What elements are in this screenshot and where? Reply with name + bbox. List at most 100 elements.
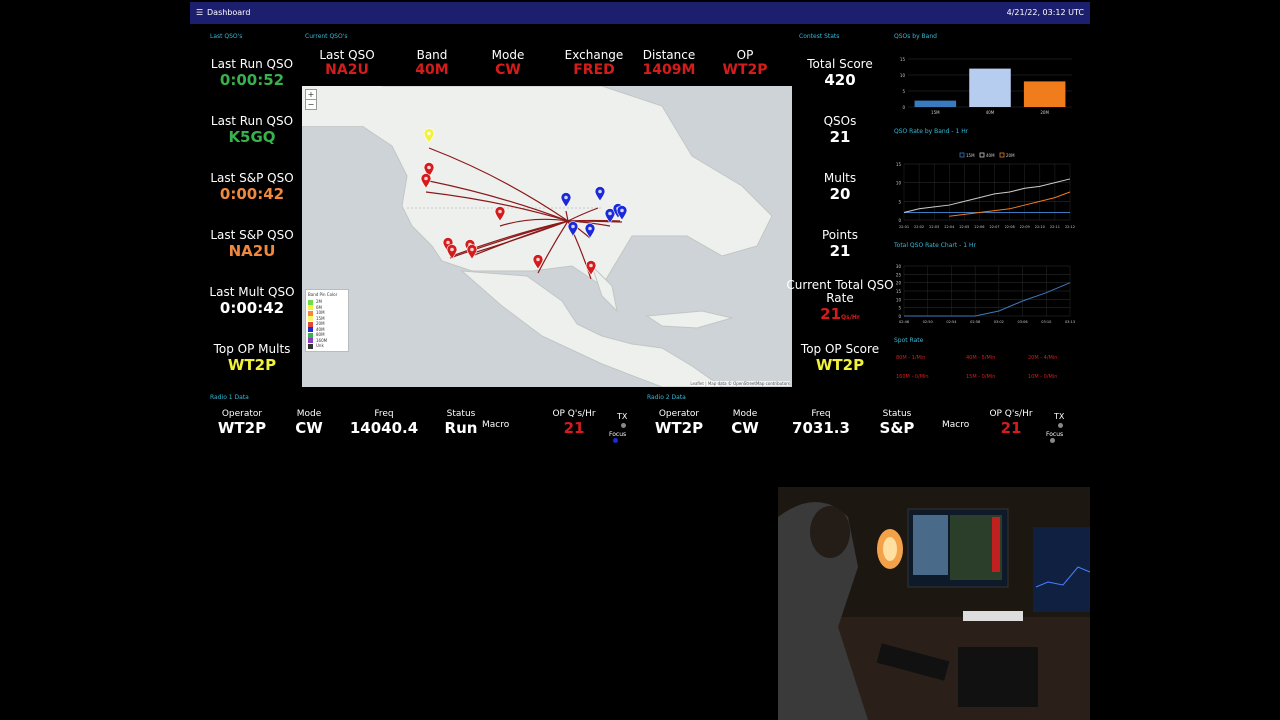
x-tick-label: 22:09	[1020, 225, 1030, 229]
x-tick-label: 22:01	[899, 225, 909, 229]
webcam-overlay	[778, 487, 1090, 720]
radio2-mode: Mode CW	[731, 409, 759, 437]
x-tick-label: 22:07	[989, 225, 999, 229]
radio1-focus: Focus	[609, 431, 626, 445]
map-pin-icon[interactable]	[420, 173, 432, 189]
y-tick-label: 15	[896, 289, 902, 294]
x-tick-label: 22:06	[974, 225, 984, 229]
map-pin-icon[interactable]	[423, 128, 435, 144]
current-total-qso-rate: Current Total QSO Rate 21Qs/Hr	[786, 278, 894, 324]
legend-label: Unk	[316, 343, 324, 348]
radio1-mode: Mode CW	[295, 409, 323, 437]
x-tick-label: 22:11	[1050, 225, 1060, 229]
section-spot-rate: Spot Rate	[894, 337, 924, 344]
radio1-tx: TX	[617, 412, 627, 430]
y-tick-label: 5	[902, 89, 905, 94]
x-tick-label: 03:06	[1018, 320, 1028, 324]
legend-label: 15M	[966, 153, 975, 158]
zoom-out-button[interactable]: −	[305, 99, 317, 110]
focus-indicator-icon	[1050, 438, 1055, 443]
map-pin-icon[interactable]	[466, 244, 478, 260]
x-tick-label: 22:04	[944, 225, 955, 229]
legend-label: 10M	[316, 310, 325, 315]
last-sp-qso-time: Last S&P QSO 0:00:42	[210, 171, 294, 203]
x-tick-label: 22:02	[914, 225, 924, 229]
top-op-score: Top OP Score WT2P	[800, 342, 880, 374]
legend-swatch	[308, 343, 313, 349]
x-tick-label: 03:13	[1065, 320, 1075, 324]
legend-title: Band Pin Color	[308, 292, 338, 297]
radio2-tx: TX	[1054, 412, 1064, 430]
hamburger-icon[interactable]: ☰	[196, 8, 203, 17]
section-radio1: Radio 1 Data	[210, 394, 249, 401]
radio1-macro[interactable]: Macro	[482, 420, 509, 430]
top-op-mults: Top OP Mults WT2P	[213, 342, 291, 374]
current-exchange: Exchange FRED	[564, 48, 624, 78]
legend-item: Unk	[308, 343, 346, 349]
current-band: Band 40M	[415, 48, 449, 78]
map-attribution[interactable]: Leaflet | Map data © OpenStreetMap contr…	[690, 381, 790, 386]
total-score: Total Score 420	[807, 57, 873, 89]
last-mult-qso: Last Mult QSO 0:00:42	[209, 285, 295, 317]
qso-map[interactable]: + − Band Pin Color 2M 6M 10M 15M 20M 40M 80M 16…	[302, 86, 792, 387]
radio1-operator: Operator WT2P	[217, 409, 267, 437]
x-tick-label: 22:08	[1005, 225, 1015, 229]
radio2-status: Status S&P	[879, 409, 915, 437]
legend-label: 40M	[316, 326, 325, 332]
y-tick-label: 10	[896, 297, 902, 302]
utc-clock: 4/21/22, 03:12 UTC	[1006, 8, 1084, 17]
qsos-by-band-chart: 0 5 10 15 15M 40M 20M	[900, 57, 1072, 115]
x-tick-label: 03:10	[1041, 320, 1051, 324]
section-contest-stats: Contest Stats	[799, 33, 840, 40]
legend-label: 15M	[316, 315, 325, 321]
legend-label: 2M	[316, 299, 322, 304]
section-radio2: Radio 2 Data	[647, 394, 686, 401]
radio1-op-rate: OP Q's/Hr 21	[552, 409, 596, 437]
x-tick-label: 22:03	[929, 225, 939, 229]
y-tick-label: 5	[898, 306, 901, 311]
last-sp-qso-call: Last S&P QSO NA2U	[210, 228, 294, 260]
map-pin-icon[interactable]	[560, 192, 572, 208]
x-tick-label: 22:10	[1035, 225, 1045, 229]
section-qsos-by-band: QSOs by Band	[894, 33, 937, 40]
map-pin-icon[interactable]	[616, 205, 628, 221]
map-pin-icon[interactable]	[584, 223, 596, 239]
last-run-qso-call: Last Run QSO K5GQ	[210, 114, 294, 146]
y-tick-label: 5	[898, 199, 901, 204]
legend-swatch	[308, 310, 313, 316]
map-canvas	[302, 86, 792, 387]
last-run-qso-time: Last Run QSO 0:00:52	[210, 57, 294, 89]
map-pin-icon[interactable]	[446, 244, 458, 260]
qso-rate-by-band-chart: 0 5 10 15 22:01 22:02 22:03 22:04 22:05 22:06 22:0…	[896, 152, 1075, 229]
x-tick-label: 02:50	[923, 320, 933, 324]
current-last-qso: Last QSO NA2U	[319, 48, 375, 78]
legend-swatch	[308, 299, 313, 305]
qsos-count: QSOs 21	[823, 114, 857, 146]
map-pin-icon[interactable]	[494, 206, 506, 222]
y-tick-label: 25	[896, 272, 902, 277]
y-tick-label: 10	[900, 73, 906, 78]
map-pin-icon[interactable]	[585, 260, 597, 276]
spot-rate-item: 40M - 5/Min	[966, 355, 996, 361]
points-count: Points 21	[821, 228, 859, 260]
map-pin-icon[interactable]	[594, 186, 606, 202]
y-tick-label: 0	[902, 105, 905, 110]
radio2-focus: Focus	[1046, 431, 1063, 445]
map-pin-icon[interactable]	[532, 254, 544, 270]
x-tick-label: 22:12	[1065, 225, 1075, 229]
legend-label: 80M	[316, 332, 325, 337]
current-mode: Mode CW	[491, 48, 525, 78]
map-pin-icon[interactable]	[567, 221, 579, 237]
x-tick-label: 02:54	[946, 320, 957, 324]
spot-rate-item: 80M - 1/Min	[896, 355, 926, 361]
y-tick-label: 15	[896, 162, 902, 167]
total-qso-rate-chart: 0 5 10 15 20 25 30 02:46 02:50 02:54 02:58 03:02 03:…	[896, 264, 1075, 324]
section-rate-by-band: QSO Rate by Band - 1 Hr	[894, 128, 969, 135]
section-current-qsos: Current QSO's	[305, 33, 348, 40]
tx-indicator-icon	[621, 423, 626, 428]
bar	[969, 68, 1011, 107]
radio2-macro[interactable]: Macro	[942, 420, 969, 430]
spot-rate-item: 20M - 4/Min	[1028, 355, 1058, 361]
current-op: OP WT2P	[722, 48, 768, 78]
radio1-freq: Freq 14040.4	[349, 409, 419, 437]
